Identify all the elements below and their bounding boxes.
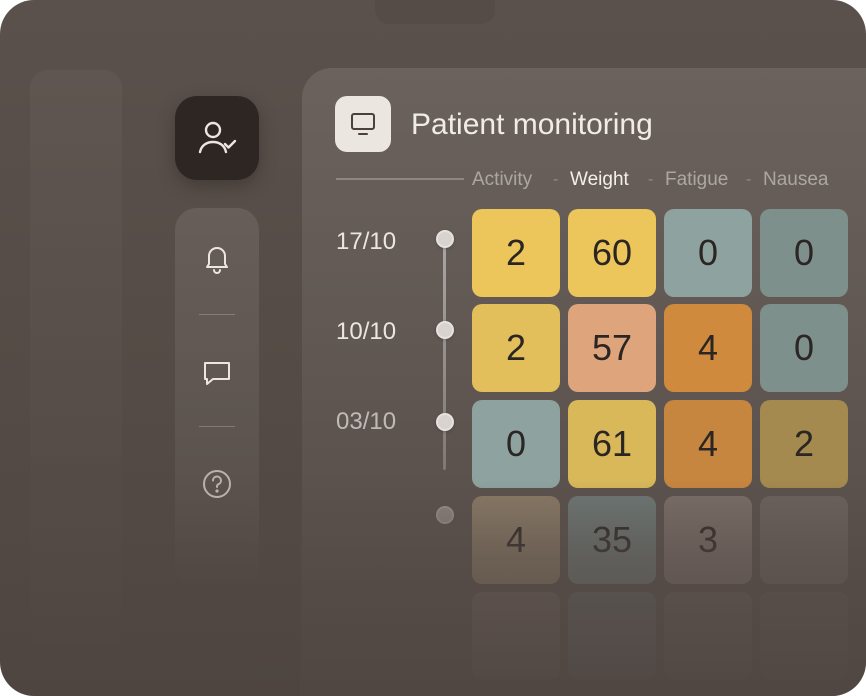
table-cell[interactable]: 60	[568, 209, 656, 297]
table-cell[interactable]: 61	[568, 400, 656, 488]
table-cell[interactable]: 4	[664, 400, 752, 488]
bell-icon	[206, 247, 228, 274]
table-cell[interactable]: 4	[472, 496, 560, 584]
table-cell[interactable]: 4	[664, 304, 752, 392]
timeline-dot[interactable]	[436, 506, 454, 524]
timeline-dot[interactable]	[436, 230, 454, 248]
table-cell[interactable]: 2	[472, 304, 560, 392]
sidebar-item-notifications[interactable]	[175, 238, 259, 278]
column-header-activity[interactable]: Activity	[472, 168, 532, 192]
table-cell[interactable]: 2	[760, 400, 848, 488]
timeline-dot[interactable]	[436, 321, 454, 339]
table-cell-ghost	[760, 592, 848, 680]
monitor-icon	[351, 113, 375, 135]
row-date: 17/10	[336, 228, 397, 255]
table-cell[interactable]: 3	[664, 496, 752, 584]
column-header-weight[interactable]: Weight	[570, 168, 629, 192]
sidebar-divider	[199, 426, 235, 427]
table-cell[interactable]: 0	[664, 209, 752, 297]
top-grip	[375, 0, 495, 24]
table-cell-ghost	[568, 592, 656, 680]
monitor-icon-tile	[335, 96, 391, 152]
sidebar-divider	[199, 314, 235, 315]
sidebar-item-help[interactable]	[175, 464, 259, 504]
page-title: Patient monitoring	[411, 108, 653, 141]
table-cell[interactable]: 57	[568, 304, 656, 392]
sidebar-item-messages[interactable]	[175, 353, 259, 393]
column-header-nausea[interactable]: Nausea	[763, 168, 829, 192]
column-separator: -	[648, 171, 654, 188]
sidebar-nav	[175, 208, 259, 588]
sidebar-item-patient-check[interactable]	[175, 96, 259, 180]
table-cell[interactable]: 0	[472, 400, 560, 488]
column-separator: -	[553, 171, 559, 188]
table-cell-ghost	[664, 592, 752, 680]
row-date: 10/10	[336, 318, 397, 345]
table-cell[interactable]: 0	[760, 209, 848, 297]
header-rule	[336, 178, 464, 180]
user-check-icon	[198, 121, 237, 154]
chat-icon	[204, 362, 230, 385]
background-column	[30, 70, 122, 696]
timeline-track	[443, 240, 446, 470]
timeline-dot[interactable]	[436, 413, 454, 431]
table-cell[interactable]: 2	[472, 209, 560, 297]
table-cell[interactable]	[760, 496, 848, 584]
table-cell[interactable]: 35	[568, 496, 656, 584]
row-date: 03/10	[336, 408, 397, 435]
column-header-fatigue[interactable]: Fatigue	[665, 168, 728, 192]
table-cell[interactable]: 0	[760, 304, 848, 392]
table-cell-ghost	[472, 592, 560, 680]
app-frame: Patient monitoring Activity - Weight - F…	[0, 0, 866, 696]
help-icon	[203, 470, 231, 498]
column-separator: -	[746, 171, 752, 188]
